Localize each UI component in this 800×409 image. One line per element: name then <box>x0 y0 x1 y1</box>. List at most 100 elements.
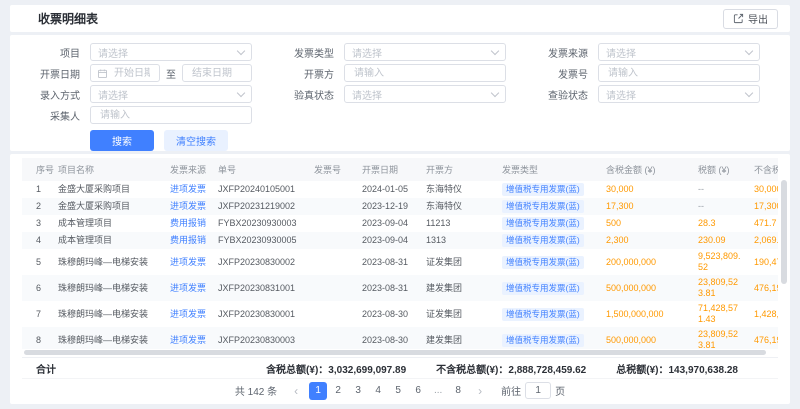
filter-form: 项目 请选择 发票类型 请选择 发票来源 请选择 <box>24 43 760 124</box>
page-button-6[interactable]: 6 <box>409 382 427 400</box>
next-page-button[interactable]: › <box>471 382 489 400</box>
cell-invoice_no <box>308 198 356 215</box>
filter-actions: 搜索 清空搜索 <box>24 130 760 151</box>
invoice-source-link[interactable]: 进项发票 <box>170 309 206 319</box>
page-button-1[interactable]: 1 <box>309 382 327 400</box>
invoice-no-input[interactable] <box>606 67 752 80</box>
table-row[interactable]: 8珠穆朗玛峰—电梯安装进项发票JXFP202308300032023-08-30… <box>22 327 778 349</box>
invoice-source-select[interactable]: 请选择 <box>598 43 760 61</box>
cell-source: 费用报销 <box>164 232 212 249</box>
vertical-scrollbar[interactable] <box>781 180 787 284</box>
page-ellipsis: ... <box>429 382 447 400</box>
page-title: 收票明细表 <box>38 10 98 27</box>
search-button[interactable]: 搜索 <box>90 130 154 151</box>
check-status-select-placeholder: 请选择 <box>606 87 746 102</box>
pagination-pages: 123456...8 <box>309 382 467 400</box>
collector-input[interactable] <box>98 109 244 122</box>
invoice-source-link[interactable]: 进项发票 <box>170 201 206 211</box>
cell-no: 6 <box>22 275 52 301</box>
page-button-5[interactable]: 5 <box>389 382 407 400</box>
cell-type: 增值税专用发票(蓝) <box>496 198 600 215</box>
tax-included-total-value: 3,032,699,097.89 <box>328 365 406 376</box>
invoice-table: 序号项目名称发票来源单号发票号开票日期开票方发票类型含税金额 (¥)税额 (¥)… <box>22 158 778 349</box>
filter-invoice-source: 发票来源 请选择 <box>532 43 760 61</box>
invoice-type-select[interactable]: 请选择 <box>344 43 506 61</box>
entry-method-select[interactable]: 请选择 <box>90 85 252 103</box>
horizontal-scrollbar[interactable] <box>24 350 766 355</box>
cell-source: 进项发票 <box>164 275 212 301</box>
cell-date: 2023-08-31 <box>356 249 420 275</box>
table-row[interactable]: 7珠穆朗玛峰—电梯安装进项发票JXFP202308300012023-08-30… <box>22 301 778 327</box>
start-date-input[interactable] <box>90 64 160 82</box>
end-date-input[interactable] <box>182 64 252 82</box>
total-tax: 总税额(¥)：143,970,638.28 <box>616 361 738 376</box>
cell-net: 476,190,476.19 <box>748 275 778 301</box>
cell-invoice_no <box>308 327 356 349</box>
cell-type: 增值税专用发票(蓝) <box>496 275 600 301</box>
cell-issuer: 东海特仪 <box>420 198 496 215</box>
tax-excluded-total-label: 不含税总额(¥)： <box>436 365 508 376</box>
prev-page-button[interactable]: ‹ <box>287 382 305 400</box>
invoice-type-badge: 增值税专用发票(蓝) <box>502 308 584 321</box>
invoice-date-label: 开票日期 <box>24 66 80 81</box>
column-header-issuer: 开票方 <box>420 158 496 181</box>
cell-order_no: JXFP20230830003 <box>212 327 308 349</box>
cell-project: 珠穆朗玛峰—电梯安装 <box>52 275 164 301</box>
export-button[interactable]: 导出 <box>723 9 778 29</box>
issuer-input-wrap <box>344 64 506 82</box>
total-tax-value: 143,970,638.28 <box>668 365 738 376</box>
invoice-source-link[interactable]: 进项发票 <box>170 335 206 345</box>
table-row[interactable]: 2金盛大厦采购项目进项发票JXFP202312190022023-12-19东海… <box>22 198 778 215</box>
check-status-select[interactable]: 请选择 <box>598 85 760 103</box>
filter-entry-method: 录入方式 请选择 <box>24 85 252 103</box>
end-date-field[interactable] <box>190 67 244 80</box>
cell-tax: 230.09 <box>692 232 748 249</box>
filter-project: 项目 请选择 <box>24 43 252 61</box>
cell-amount: 30,000 <box>600 181 692 198</box>
verify-status-label: 验真状态 <box>278 87 334 102</box>
cell-amount: 2,300 <box>600 232 692 249</box>
table-row[interactable]: 1金盛大厦采购项目进项发票JXFP202401050012024-01-05东海… <box>22 181 778 198</box>
invoice-detail-page: 收票明细表 导出 项目 请选择 发票类型 请选择 <box>0 0 800 409</box>
page-button-3[interactable]: 3 <box>349 382 367 400</box>
invoice-source-link[interactable]: 进项发票 <box>170 184 206 194</box>
invoice-type-badge: 增值税专用发票(蓝) <box>502 200 584 213</box>
cell-source: 进项发票 <box>164 198 212 215</box>
cell-date: 2023-12-19 <box>356 198 420 215</box>
export-label: 导出 <box>748 11 768 26</box>
goto-page-input[interactable] <box>525 382 551 399</box>
verify-status-select[interactable]: 请选择 <box>344 85 506 103</box>
page-button-2[interactable]: 2 <box>329 382 347 400</box>
page-button-4[interactable]: 4 <box>369 382 387 400</box>
invoice-source-link[interactable]: 进项发票 <box>170 283 206 293</box>
issuer-input[interactable] <box>352 67 498 80</box>
cell-no: 4 <box>22 232 52 249</box>
invoice-source-link[interactable]: 费用报销 <box>170 235 206 245</box>
check-status-label: 查验状态 <box>532 87 588 102</box>
cell-order_no: FYBX20230930005 <box>212 232 308 249</box>
clear-search-button[interactable]: 清空搜索 <box>164 130 228 151</box>
pagination-goto: 前往 页 <box>501 382 565 399</box>
invoice-no-input-wrap <box>598 64 760 82</box>
table-row[interactable]: 4成本管理项目费用报销FYBX202309300052023-09-041313… <box>22 232 778 249</box>
table-scroll-area[interactable]: 序号项目名称发票来源单号发票号开票日期开票方发票类型含税金额 (¥)税额 (¥)… <box>22 158 778 349</box>
project-select[interactable]: 请选择 <box>90 43 252 61</box>
tax-excluded-total-value: 2,888,728,459.62 <box>508 365 586 376</box>
entry-method-label: 录入方式 <box>24 87 80 102</box>
cell-order_no: JXFP20230830001 <box>212 301 308 327</box>
chevron-down-icon <box>237 88 245 96</box>
start-date-field[interactable] <box>112 67 152 80</box>
table-row[interactable]: 5珠穆朗玛峰—电梯安装进项发票JXFP202308300022023-08-31… <box>22 249 778 275</box>
cell-date: 2023-08-30 <box>356 301 420 327</box>
cell-invoice_no <box>308 215 356 232</box>
table-panel: 序号项目名称发票来源单号发票号开票日期开票方发票类型含税金额 (¥)税额 (¥)… <box>10 154 790 404</box>
table-row[interactable]: 3成本管理项目费用报销FYBX202309300032023-09-041121… <box>22 215 778 232</box>
table-body: 1金盛大厦采购项目进项发票JXFP202401050012024-01-05东海… <box>22 181 778 349</box>
cell-no: 1 <box>22 181 52 198</box>
cell-net: 2,069.91 <box>748 232 778 249</box>
invoice-source-link[interactable]: 进项发票 <box>170 257 206 267</box>
table-row[interactable]: 6珠穆朗玛峰—电梯安装进项发票JXFP202308310012023-08-31… <box>22 275 778 301</box>
invoice-source-link[interactable]: 费用报销 <box>170 218 206 228</box>
page-button-8[interactable]: 8 <box>449 382 467 400</box>
column-header-source: 发票来源 <box>164 158 212 181</box>
